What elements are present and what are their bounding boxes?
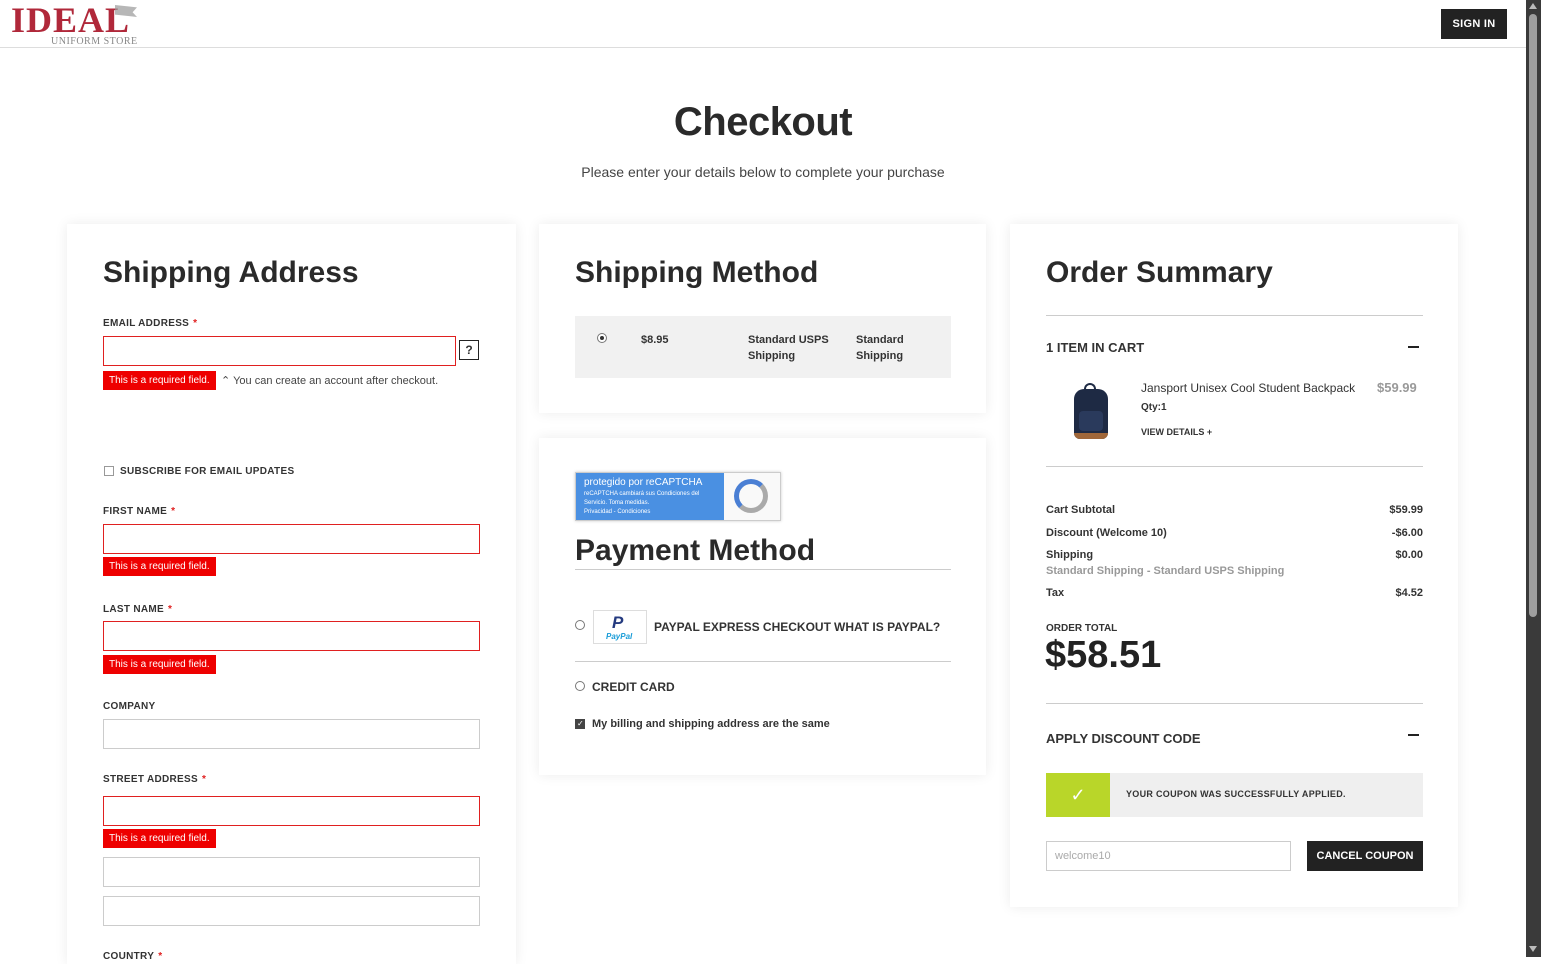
email-help-icon[interactable]: ? [459, 340, 479, 360]
collapse-discount-icon[interactable] [1408, 734, 1419, 736]
paypal-label[interactable]: PAYPAL EXPRESS CHECKOUT [654, 620, 831, 634]
coupon-success-text: YOUR COUPON WAS SUCCESSFULLY APPLIED. [1126, 789, 1346, 799]
cart-subtotal-value: $59.99 [1389, 504, 1423, 516]
recaptcha-title: protegido por reCAPTCHA [584, 477, 703, 488]
order-summary-title: Order Summary [1046, 256, 1273, 289]
shipping-method-card: Shipping Method $8.95 Standard USPS Ship… [539, 224, 986, 413]
backpack-thumbnail [1072, 383, 1108, 439]
cancel-coupon-button[interactable]: CANCEL COUPON [1307, 841, 1423, 871]
last-name-label: LAST NAME * [103, 604, 173, 615]
street-address-line2-field[interactable] [103, 857, 480, 887]
summary-divider-items [1046, 466, 1423, 467]
paypal-radio[interactable] [575, 620, 585, 630]
sign-in-button[interactable]: SIGN IN [1441, 9, 1507, 39]
street-address-line3-field[interactable] [103, 896, 480, 926]
subscribe-label[interactable]: SUBSCRIBE FOR EMAIL UPDATES [120, 466, 294, 477]
recaptcha-logo-icon [734, 479, 768, 513]
tax-value: $4.52 [1395, 587, 1423, 599]
logo-tagline: UNIFORM STORE [51, 36, 138, 47]
credit-card-label[interactable]: CREDIT CARD [592, 680, 675, 694]
shipping-option-row[interactable]: $8.95 Standard USPS Shipping Standard Sh… [575, 316, 951, 378]
checkmark-icon: ✓ [1046, 773, 1110, 817]
street-address-error-message: This is a required field. [103, 829, 216, 848]
subscribe-checkbox[interactable] [104, 466, 114, 476]
what-is-paypal-link[interactable]: WHAT IS PAYPAL? [834, 620, 940, 634]
scroll-up-arrow-icon[interactable] [1529, 3, 1537, 9]
payment-title-divider [575, 569, 951, 570]
shipping-address-title: Shipping Address [103, 256, 359, 289]
recaptcha-text-panel: protegido por reCAPTCHA reCAPTCHA cambia… [576, 473, 724, 520]
first-name-field[interactable] [103, 524, 480, 554]
recaptcha-badge[interactable]: protegido por reCAPTCHA reCAPTCHA cambia… [575, 472, 781, 521]
recaptcha-body: reCAPTCHA cambiará sus Condiciones del S… [584, 491, 700, 515]
payment-method-card: protegido por reCAPTCHA reCAPTCHA cambia… [539, 438, 986, 775]
logo-wordmark: IDEAL [11, 0, 131, 40]
payment-method-title: Payment Method [575, 534, 816, 567]
company-field[interactable] [103, 719, 480, 749]
shipping-value: $0.00 [1395, 549, 1423, 561]
shipping-detail: Standard Shipping - Standard USPS Shippi… [1046, 565, 1285, 577]
view-details-link[interactable]: VIEW DETAILS + [1141, 427, 1212, 437]
cart-item-qty: Qty:1 [1141, 402, 1167, 413]
page-title: Checkout [673, 100, 853, 144]
paypal-logo-text: PayPal [606, 632, 633, 641]
payment-divider [575, 661, 951, 662]
email-field[interactable] [103, 336, 456, 366]
shipping-option-radio[interactable] [597, 333, 607, 343]
paypal-icon: P [612, 613, 624, 632]
shipping-address-card: Shipping Address EMAIL ADDRESS * ? This i… [67, 224, 516, 964]
shipping-carrier: Standard Shipping [856, 334, 904, 362]
collapse-cart-icon[interactable] [1408, 346, 1419, 348]
plus-icon: + [1206, 427, 1213, 437]
apply-discount-toggle[interactable]: APPLY DISCOUNT CODE [1046, 731, 1201, 746]
page-subtitle: Please enter your details below to compl… [581, 164, 945, 180]
company-label: COMPANY [103, 701, 156, 712]
order-total-label: ORDER TOTAL [1046, 623, 1118, 634]
order-summary-card: Order Summary 1 ITEM IN CART Jansport Un… [1010, 224, 1458, 907]
account-note: ⌃ You can create an account after checko… [221, 375, 439, 387]
summary-divider-total [1046, 703, 1423, 704]
street-address-label: STREET ADDRESS * [103, 774, 207, 785]
cart-item-price: $59.99 [1377, 380, 1417, 395]
summary-divider-top [1046, 315, 1423, 316]
first-name-label: FIRST NAME * [103, 506, 176, 517]
email-label: EMAIL ADDRESS * [103, 318, 198, 329]
billing-same-checkbox[interactable] [575, 719, 585, 729]
shipping-method-name: Standard USPS Shipping [748, 334, 829, 362]
items-in-cart-toggle[interactable]: 1 ITEM IN CART [1046, 340, 1144, 355]
last-name-error-message: This is a required field. [103, 655, 216, 674]
first-name-error-message: This is a required field. [103, 557, 216, 576]
paypal-logo: P PayPal [593, 610, 647, 644]
tax-label: Tax [1046, 587, 1065, 599]
credit-card-radio[interactable] [575, 681, 585, 691]
street-address-field[interactable] [103, 796, 480, 826]
shipping-label: Shipping [1046, 549, 1094, 561]
required-mark: * [193, 318, 198, 329]
coupon-code-input[interactable] [1046, 841, 1291, 871]
store-logo[interactable]: IDEAL UNIFORM STORE [11, 0, 141, 47]
scroll-down-arrow-icon[interactable] [1529, 946, 1537, 952]
order-total-value: $58.51 [1045, 634, 1162, 676]
coupon-success-message: ✓ YOUR COUPON WAS SUCCESSFULLY APPLIED. [1046, 773, 1423, 817]
shipping-price: $8.95 [641, 334, 669, 346]
cart-item-name: Jansport Unisex Cool Student Backpack [1141, 381, 1356, 395]
page-scrollbar[interactable] [1526, 0, 1541, 957]
cart-subtotal-label: Cart Subtotal [1046, 504, 1116, 516]
caret-up-icon: ⌃ [221, 375, 234, 387]
scroll-thumb[interactable] [1529, 14, 1537, 617]
discount-value: -$6.00 [1391, 527, 1423, 539]
discount-label: Discount (Welcome 10) [1046, 527, 1167, 539]
billing-same-label[interactable]: My billing and shipping address are the … [592, 716, 830, 732]
shipping-method-title: Shipping Method [575, 256, 819, 289]
site-header: IDEAL UNIFORM STORE SIGN IN [0, 0, 1526, 48]
email-error-message: This is a required field. [103, 371, 216, 390]
last-name-field[interactable] [103, 621, 480, 651]
